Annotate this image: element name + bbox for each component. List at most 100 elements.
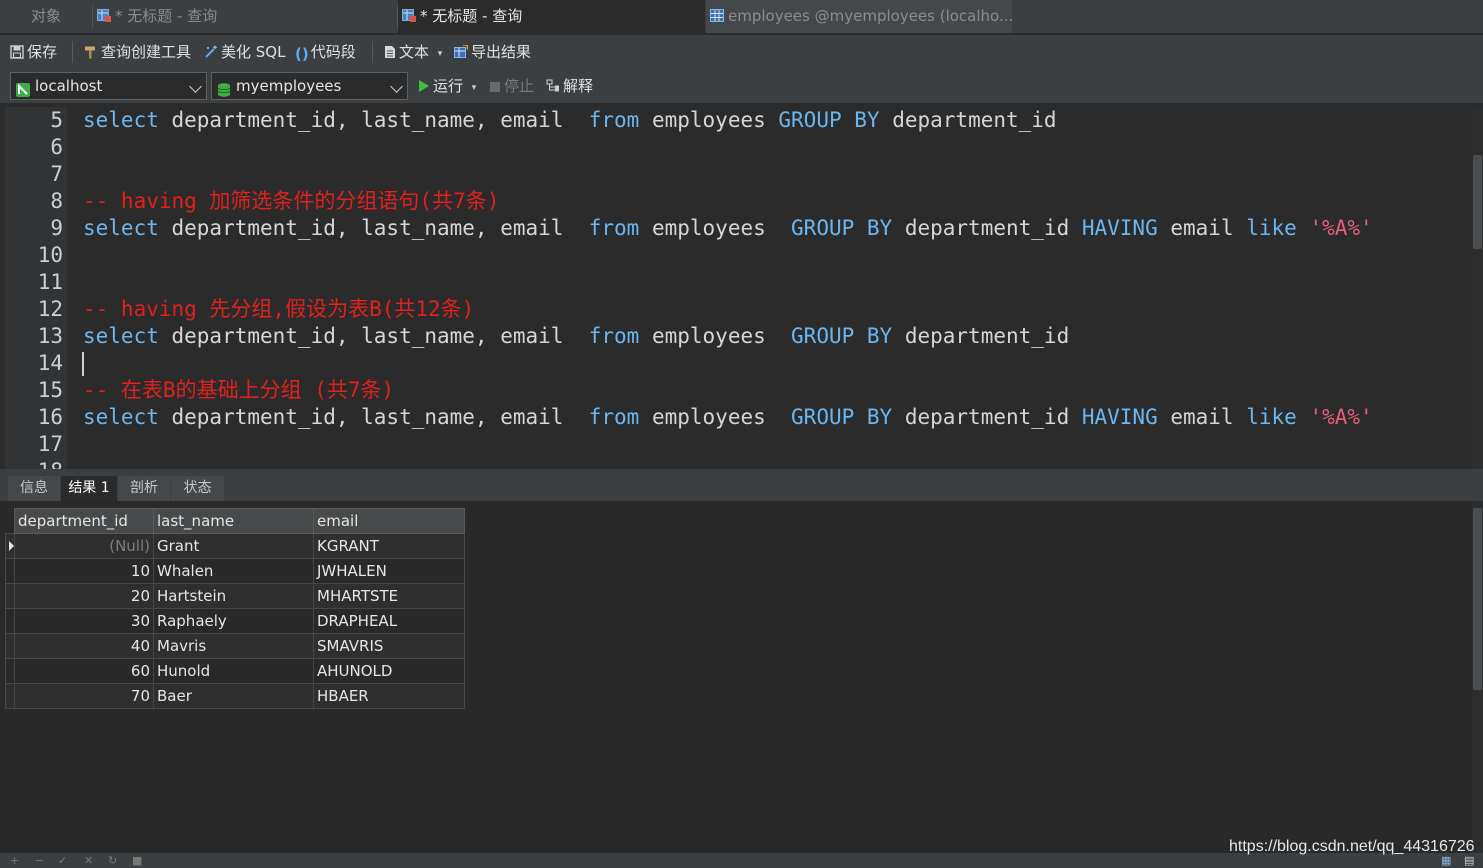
row-indicator[interactable] — [5, 608, 15, 634]
stop-icon — [489, 77, 501, 99]
grid-view-icon[interactable]: ▦ — [1441, 855, 1451, 867]
cell-department-id[interactable]: (Null) — [14, 533, 154, 559]
cell-department-id[interactable]: 60 — [14, 658, 154, 684]
run-label: 运行 — [433, 77, 464, 95]
toolbar-divider — [372, 41, 373, 63]
connection-toolbar: localhost myemployees 运行 ▾ 停止 解释 — [0, 69, 1483, 103]
connection-value: localhost — [35, 77, 103, 95]
line-number: 18 — [5, 458, 63, 469]
refresh-icon[interactable]: ↻ — [108, 855, 117, 867]
table-row[interactable]: 60 Hunold AHUNOLD — [5, 658, 465, 684]
cell-email[interactable]: JWHALEN — [313, 558, 465, 584]
save-button[interactable]: 保存 — [10, 41, 57, 63]
stop-icon[interactable]: ■ — [132, 855, 142, 867]
cell-email[interactable]: DRAPHEAL — [313, 608, 465, 634]
cell-email[interactable]: HBAER — [313, 683, 465, 709]
column-header-department-id[interactable]: department_id — [14, 508, 154, 534]
cell-department-id[interactable]: 30 — [14, 608, 154, 634]
tab-info[interactable]: 信息 — [8, 476, 60, 501]
grid-vertical-scrollbar[interactable] — [1472, 501, 1483, 853]
tab-result-1[interactable]: 结果 1 — [61, 476, 117, 501]
code-comment: -- having 加筛选条件的分组语句(共7条) — [83, 189, 500, 213]
document-icon — [384, 43, 396, 65]
database-select[interactable]: myemployees — [211, 72, 408, 100]
run-button[interactable]: 运行 ▾ — [418, 75, 476, 97]
row-indicator[interactable] — [5, 533, 15, 559]
tab-query-untitled-2[interactable]: * 无标题 - 查询 — [398, 0, 705, 33]
dropdown-arrow-icon: ▾ — [437, 49, 443, 59]
editor-vertical-scrollbar[interactable] — [1472, 107, 1483, 469]
tab-objects[interactable]: 对象 — [0, 0, 92, 33]
table-row[interactable]: 10 Whalen JWHALEN — [5, 558, 465, 584]
cell-last-name[interactable]: Hartstein — [153, 583, 314, 609]
tab-status[interactable]: 状态 — [171, 476, 224, 501]
cell-last-name[interactable]: Raphaely — [153, 608, 314, 634]
tab-label: * 无标题 - 查询 — [115, 7, 218, 25]
query-icon — [97, 2, 111, 22]
cell-email[interactable]: SMAVRIS — [313, 633, 465, 659]
column-header-last-name[interactable]: last_name — [153, 508, 314, 534]
cell-email[interactable]: AHUNOLD — [313, 658, 465, 684]
chevron-down-icon — [390, 80, 403, 93]
discard-changes-icon[interactable]: ✕ — [84, 855, 93, 867]
cell-last-name[interactable]: Mavris — [153, 633, 314, 659]
connection-select[interactable]: localhost — [10, 72, 207, 100]
cell-last-name[interactable]: Hunold — [153, 658, 314, 684]
watermark-text: https://blog.csdn.net/qq_44316726 — [1229, 838, 1475, 855]
delete-record-icon[interactable]: − — [35, 855, 44, 867]
row-indicator[interactable] — [5, 683, 15, 709]
row-indicator-header — [5, 508, 15, 534]
table-row[interactable]: 70 Baer HBAER — [5, 683, 465, 709]
table-row[interactable]: 20 Hartstein MHARTSTE — [5, 583, 465, 609]
sql-editor[interactable]: 5 6 7 8 9 10 11 12 13 14 15 16 17 18 sel… — [5, 107, 1472, 469]
line-number: 9 — [50, 216, 63, 240]
tab-query-untitled-1[interactable]: * 无标题 - 查询 — [93, 0, 397, 33]
table-row[interactable]: 40 Mavris SMAVRIS — [5, 633, 465, 659]
result-grid-area: department_id last_name email (Null) Gra… — [0, 501, 1483, 853]
add-record-icon[interactable]: + — [10, 855, 19, 867]
scrollbar-thumb[interactable] — [1473, 508, 1482, 690]
beautify-sql-button[interactable]: 美化 SQL — [204, 41, 285, 63]
cell-department-id[interactable]: 70 — [14, 683, 154, 709]
code-snippet-button[interactable]: () 代码段 — [295, 41, 356, 63]
database-icon — [217, 79, 231, 97]
row-indicator[interactable] — [5, 658, 15, 684]
text-mode-button[interactable]: 文本 ▾ — [384, 41, 442, 63]
row-indicator[interactable] — [5, 583, 15, 609]
cell-department-id[interactable]: 20 — [14, 583, 154, 609]
cell-department-id[interactable]: 10 — [14, 558, 154, 584]
cell-last-name[interactable]: Grant — [153, 533, 314, 559]
table-row[interactable]: 30 Raphaely DRAPHEAL — [5, 608, 465, 634]
row-indicator[interactable] — [5, 558, 15, 584]
stop-button[interactable]: 停止 — [489, 75, 534, 97]
form-view-icon[interactable]: ▤ — [1464, 855, 1474, 867]
code-snippet-label: 代码段 — [310, 43, 356, 61]
beautify-sql-label: 美化 SQL — [221, 43, 286, 61]
export-results-button[interactable]: 导出结果 — [454, 41, 531, 63]
result-grid[interactable]: department_id last_name email (Null) Gra… — [5, 508, 465, 709]
scrollbar-thumb[interactable] — [1473, 155, 1482, 249]
cell-last-name[interactable]: Whalen — [153, 558, 314, 584]
cell-department-id[interactable]: 40 — [14, 633, 154, 659]
apply-changes-icon[interactable]: ✓ — [58, 855, 67, 867]
line-number: 8 — [50, 189, 63, 213]
tab-profile[interactable]: 剖析 — [118, 476, 170, 501]
column-header-email[interactable]: email — [313, 508, 465, 534]
text-mode-label: 文本 — [399, 43, 430, 61]
row-indicator[interactable] — [5, 633, 15, 659]
line-number: 11 — [37, 270, 63, 294]
export-results-label: 导出结果 — [471, 43, 532, 61]
tab-table-employees[interactable]: employees @myemployees (localho... — [706, 0, 1012, 33]
cell-email[interactable]: KGRANT — [313, 533, 465, 559]
save-label: 保存 — [27, 43, 58, 61]
line-number: 7 — [50, 162, 63, 186]
table-row[interactable]: (Null) Grant KGRANT — [5, 533, 465, 559]
explain-label: 解释 — [563, 77, 594, 95]
chevron-down-icon — [189, 80, 202, 93]
explain-button[interactable]: 解释 — [546, 75, 593, 97]
cell-last-name[interactable]: Baer — [153, 683, 314, 709]
tab-label: employees @myemployees (localho... — [728, 7, 1012, 25]
database-value: myemployees — [236, 77, 342, 95]
cell-email[interactable]: MHARTSTE — [313, 583, 465, 609]
query-builder-button[interactable]: 查询创建工具 — [84, 41, 191, 63]
